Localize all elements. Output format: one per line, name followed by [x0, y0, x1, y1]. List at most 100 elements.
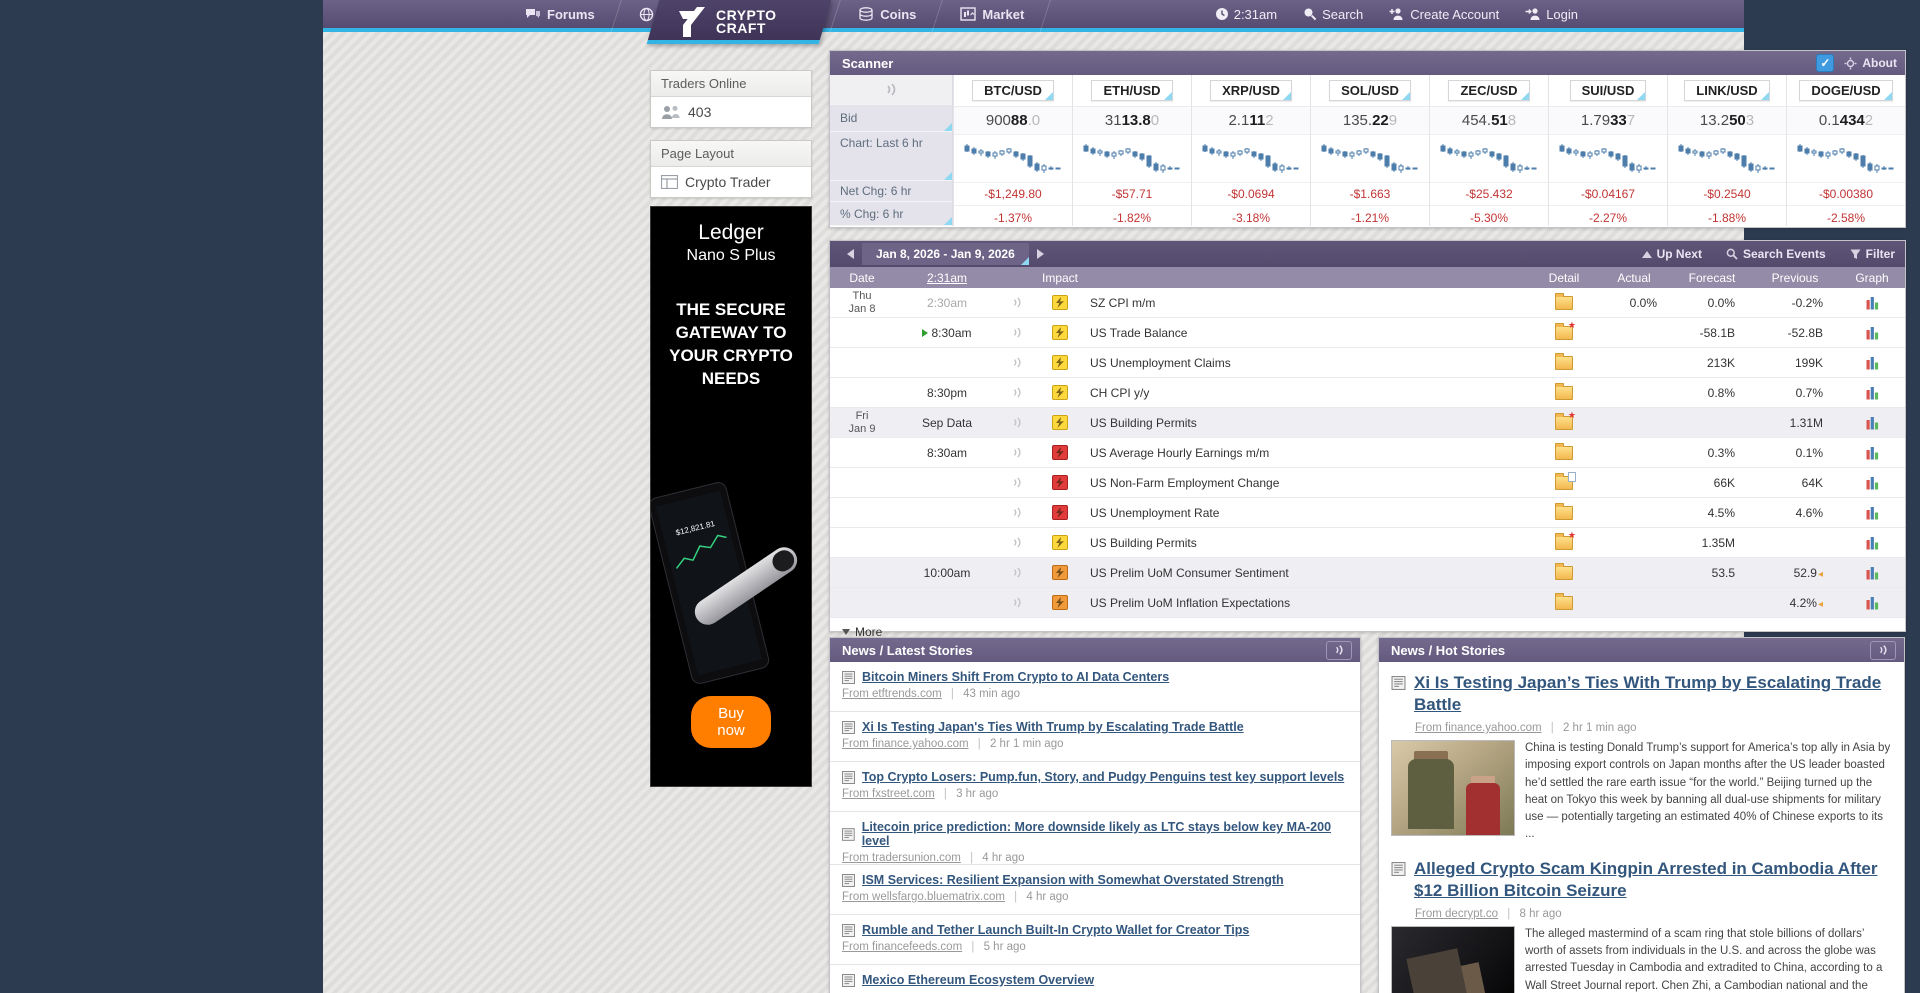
pair-symbol[interactable]: ETH/USD [1091, 80, 1172, 101]
event-graph-button[interactable] [1839, 326, 1905, 340]
event-title[interactable]: CH CPI y/y [1086, 386, 1533, 400]
search-button[interactable]: Search [1303, 7, 1363, 22]
news-source-link[interactable]: From etftrends.com [842, 688, 942, 700]
ledger-ad[interactable]: Ledger Nano S Plus THE SECURE GATEWAY TO… [650, 206, 812, 787]
event-sound-toggle[interactable] [1000, 386, 1034, 399]
event-title[interactable]: US Prelim UoM Inflation Expectations [1086, 596, 1533, 610]
detail-folder-icon[interactable] [1555, 566, 1573, 580]
detail-folder-icon[interactable] [1555, 356, 1573, 370]
story-image[interactable] [1391, 926, 1515, 993]
about-button[interactable]: About [1844, 56, 1897, 70]
news-story-link[interactable]: Xi Is Testing Japan's Ties With Trump by… [862, 720, 1244, 734]
col-time-link[interactable]: 2:31am [894, 271, 1000, 285]
chart-row-label[interactable]: Chart: Last 6 hr [830, 132, 952, 181]
news-source-link[interactable]: From wellsfargo.bluematrix.com [842, 891, 1005, 903]
login-button[interactable]: Login [1525, 7, 1578, 22]
sound-waves-icon [1334, 644, 1344, 656]
event-sound-toggle[interactable] [1000, 596, 1034, 609]
news-source-link[interactable]: From finance.yahoo.com [842, 738, 969, 750]
hot-sound-toggle[interactable] [1870, 641, 1896, 660]
event-graph-button[interactable] [1839, 476, 1905, 490]
nav-item-coins[interactable]: Coins [836, 0, 938, 28]
hot-story-link[interactable]: Alleged Crypto Scam Kingpin Arrested in … [1414, 858, 1892, 902]
event-graph-button[interactable] [1839, 596, 1905, 610]
pct-change-row-label[interactable]: % Chg: 6 hr [830, 202, 952, 226]
calendar-more-link[interactable]: More [830, 618, 1905, 639]
pair-symbol[interactable]: ZEC/USD [1448, 80, 1529, 101]
page-layout-selector[interactable]: Crypto Trader [651, 167, 811, 197]
detail-folder-icon[interactable] [1555, 416, 1573, 430]
create-account-button[interactable]: Create Account [1389, 7, 1499, 22]
buy-now-button[interactable]: Buy now [691, 696, 771, 748]
event-title[interactable]: US Unemployment Rate [1086, 506, 1533, 520]
event-title[interactable]: US Trade Balance [1086, 326, 1533, 340]
detail-folder-icon[interactable] [1555, 296, 1573, 310]
pair-symbol[interactable]: SUI/USD [1570, 80, 1647, 101]
event-sound-toggle[interactable] [1000, 476, 1034, 489]
hot-source-link[interactable]: From finance.yahoo.com [1415, 722, 1542, 734]
event-graph-button[interactable] [1839, 446, 1905, 460]
detail-folder-icon[interactable] [1555, 386, 1573, 400]
detail-folder-icon[interactable] [1555, 506, 1573, 520]
news-story-link[interactable]: Rumble and Tether Launch Built-In Crypto… [862, 923, 1249, 937]
news-story-link[interactable]: Litecoin price prediction: More downside… [862, 820, 1350, 848]
search-events-button[interactable]: Search Events [1726, 247, 1826, 261]
detail-folder-icon[interactable] [1555, 596, 1573, 610]
event-graph-button[interactable] [1839, 356, 1905, 370]
news-story-link[interactable]: Mexico Ethereum Ecosystem Overview [862, 973, 1094, 987]
news-source-link[interactable]: From tradersunion.com [842, 852, 961, 864]
detail-folder-icon[interactable] [1555, 446, 1573, 460]
brand-logo[interactable]: CRYPTO CRAFT [653, 0, 825, 44]
filter-button[interactable]: Filter [1850, 247, 1895, 261]
event-title[interactable]: SZ CPI m/m [1086, 296, 1533, 310]
event-title[interactable]: US Building Permits [1086, 536, 1533, 550]
story-image[interactable] [1391, 740, 1515, 836]
event-sound-toggle[interactable] [1000, 506, 1034, 519]
bid-row-label[interactable]: Bid [830, 105, 952, 131]
nav-item-forums[interactable]: Forums [503, 0, 617, 28]
event-sound-toggle[interactable] [1000, 296, 1034, 309]
detail-folder-icon[interactable] [1555, 536, 1573, 550]
event-title[interactable]: US Unemployment Claims [1086, 356, 1533, 370]
event-sound-toggle[interactable] [1000, 566, 1034, 579]
event-graph-button[interactable] [1839, 416, 1905, 430]
calendar-date-range[interactable]: Jan 8, 2026 - Jan 9, 2026 [862, 243, 1029, 265]
detail-folder-icon[interactable] [1555, 476, 1573, 490]
scanner-sound-cell[interactable] [830, 75, 952, 105]
event-sound-toggle[interactable] [1000, 536, 1034, 549]
latest-sound-toggle[interactable] [1326, 641, 1352, 660]
news-meta: From financefeeds.com | 5 hr ago [842, 941, 1350, 953]
impact-cell [1034, 505, 1086, 520]
nav-item-market[interactable]: Market [938, 0, 1046, 28]
pair-symbol[interactable]: LINK/USD [1684, 80, 1769, 101]
event-graph-button[interactable] [1839, 296, 1905, 310]
event-graph-button[interactable] [1839, 386, 1905, 400]
pair-symbol[interactable]: XRP/USD [1210, 80, 1292, 101]
hot-source-link[interactable]: From decrypt.co [1415, 908, 1498, 920]
event-sound-toggle[interactable] [1000, 416, 1034, 429]
event-sound-toggle[interactable] [1000, 326, 1034, 339]
next-dates-button[interactable] [1031, 245, 1051, 263]
event-sound-toggle[interactable] [1000, 356, 1034, 369]
pair-symbol[interactable]: SOL/USD [1329, 80, 1411, 101]
event-graph-button[interactable] [1839, 536, 1905, 550]
event-title[interactable]: US Non-Farm Employment Change [1086, 476, 1533, 490]
news-story-link[interactable]: Bitcoin Miners Shift From Crypto to AI D… [862, 670, 1169, 684]
event-title[interactable]: US Average Hourly Earnings m/m [1086, 446, 1533, 460]
news-story-link[interactable]: ISM Services: Resilient Expansion with S… [862, 873, 1284, 887]
event-graph-button[interactable] [1839, 566, 1905, 580]
event-title[interactable]: US Building Permits [1086, 416, 1533, 430]
event-sound-toggle[interactable] [1000, 446, 1034, 459]
event-title[interactable]: US Prelim UoM Consumer Sentiment [1086, 566, 1533, 580]
pair-symbol[interactable]: BTC/USD [972, 80, 1054, 101]
news-story-link[interactable]: Top Crypto Losers: Pump.fun, Story, and … [862, 770, 1344, 784]
news-source-link[interactable]: From fxstreet.com [842, 788, 935, 800]
prev-dates-button[interactable] [840, 245, 860, 263]
detail-folder-icon[interactable] [1555, 326, 1573, 340]
news-source-link[interactable]: From financefeeds.com [842, 941, 962, 953]
event-graph-button[interactable] [1839, 506, 1905, 520]
pair-symbol[interactable]: DOGE/USD [1799, 80, 1892, 101]
up-next-button[interactable]: Up Next [1642, 247, 1702, 261]
scanner-sound-checkbox[interactable]: ✓ [1816, 54, 1834, 72]
hot-story-link[interactable]: Xi Is Testing Japan’s Ties With Trump by… [1414, 672, 1892, 716]
